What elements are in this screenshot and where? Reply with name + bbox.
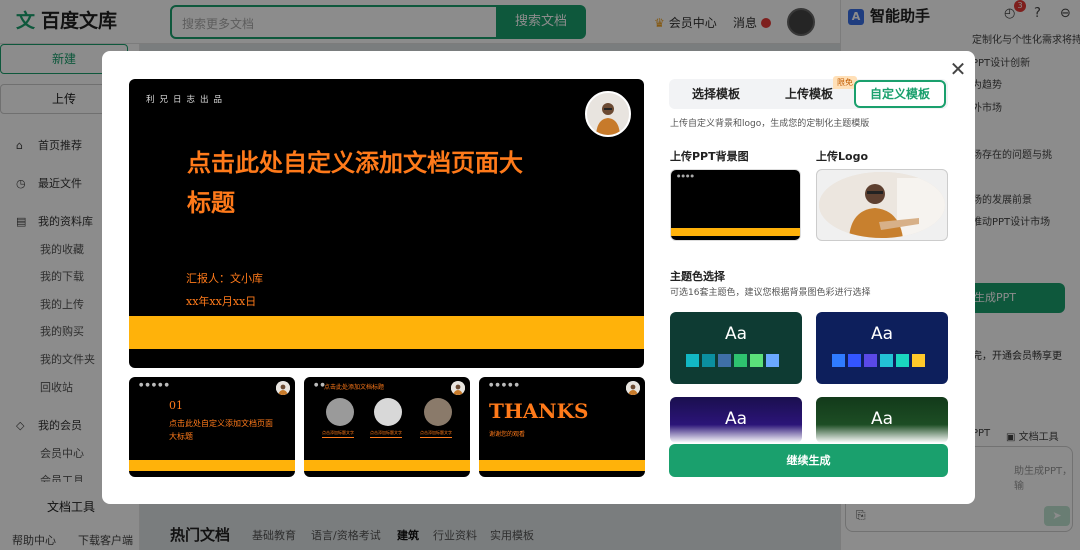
theme-color-desc: 可选16套主题色，建议您根据背景图色彩进行选择 [670,288,871,298]
theme-card-teal[interactable]: Aa [670,312,802,384]
thumb-avatar [626,381,640,395]
swatch [686,354,699,367]
thumb-avatar [276,381,290,395]
person-photo-icon [587,93,629,135]
theme-sample-text: Aa [870,409,894,429]
logo-photo [819,172,945,238]
slide-accent-band [129,316,644,349]
swatch [848,354,861,367]
thumb-caption: 点击添加标题文字 [420,430,452,438]
theme-sample-text: Aa [724,324,748,344]
upload-logo-preview[interactable] [816,169,948,241]
swatch [864,354,877,367]
theme-card-green[interactable]: Aa [816,397,948,443]
slide-reporter: 汇报人：文小库 [186,272,263,285]
thumb-image-circle [374,398,402,426]
tab-select-template[interactable]: 选择模板 [669,79,763,109]
thumb-caption: 点击添加标题文字 [322,430,354,438]
slide-main-title: 点击此处自定义添加文档页面大标题 [187,148,523,217]
thumb-accent-band [304,460,470,471]
upload-bg-label: 上传PPT背景图 [670,150,749,163]
slide-date: xx年xx月xx日 [186,295,257,308]
theme-card-navy[interactable]: Aa [816,312,948,384]
thumb-section-title: 点击此处自定义添加文档页面大标题 [169,419,273,441]
swatch [734,354,747,367]
upload-logo-label: 上传Logo [816,150,868,163]
bg-dots: ●●●● [677,173,695,178]
thumb-image-circle [326,398,354,426]
theme-sample-text: Aa [870,324,894,344]
person-photo-icon [451,382,465,395]
swatch [718,354,731,367]
swatch [912,354,925,367]
close-icon[interactable]: ✕ [947,58,969,80]
thumb-title: 点击此处添加文档标题 [324,384,385,391]
slide-thumb-content[interactable]: ●●●●● 01 点击此处自定义添加文档页面大标题 [129,377,295,477]
tab-custom-template[interactable]: 自定义模板 [854,80,946,108]
theme-swatches [686,352,782,367]
theme-swatches [832,352,928,367]
thumb-caption: 点击添加标题文字 [370,430,402,438]
thumb-dots: ●●●●● [489,382,521,388]
slide-header-text: 利兄日志出品 [146,95,228,105]
swatch [880,354,893,367]
swatch [766,354,779,367]
theme-color-title: 主题色选择 [670,270,725,283]
thumb-thanks-sub: 谢谢您的观看 [489,431,526,438]
slide-preview-main: 利兄日志出品 点击此处自定义添加文档页面大标题 汇报人：文小库 xx年xx月xx… [129,79,644,368]
thumb-image-circle [424,398,452,426]
swatch [832,354,845,367]
slide-logo-avatar [585,91,631,137]
thumb-avatar [451,381,465,395]
thumb-accent-band [129,460,295,471]
bg-accent-band [671,228,800,236]
theme-sample-text: Aa [724,409,748,429]
thumb-accent-band [479,460,645,471]
thumb-dots: ●●●●● [139,382,171,388]
swatch [750,354,763,367]
thumb-section-number: 01 [169,399,183,412]
custom-template-desc: 上传自定义背景和logo，生成您的定制化主题模版 [670,119,870,129]
slide-thumb-images[interactable]: ●● 点击此处添加文档标题 点击添加标题文字 点击添加标题文字 点击添加标题文字 [304,377,470,477]
person-photo-icon [276,382,290,395]
person-photo-icon [819,172,945,238]
theme-card-purple[interactable]: Aa [670,397,802,443]
continue-generate-button[interactable]: 继续生成 [669,444,948,477]
thumb-thanks-text: THANKS [489,399,589,423]
person-photo-icon [626,382,640,395]
swatch [896,354,909,367]
upload-bg-preview[interactable]: ●●●● [670,169,801,241]
slide-thumb-thanks[interactable]: ●●●●● THANKS 谢谢您的观看 [479,377,645,477]
swatch [702,354,715,367]
